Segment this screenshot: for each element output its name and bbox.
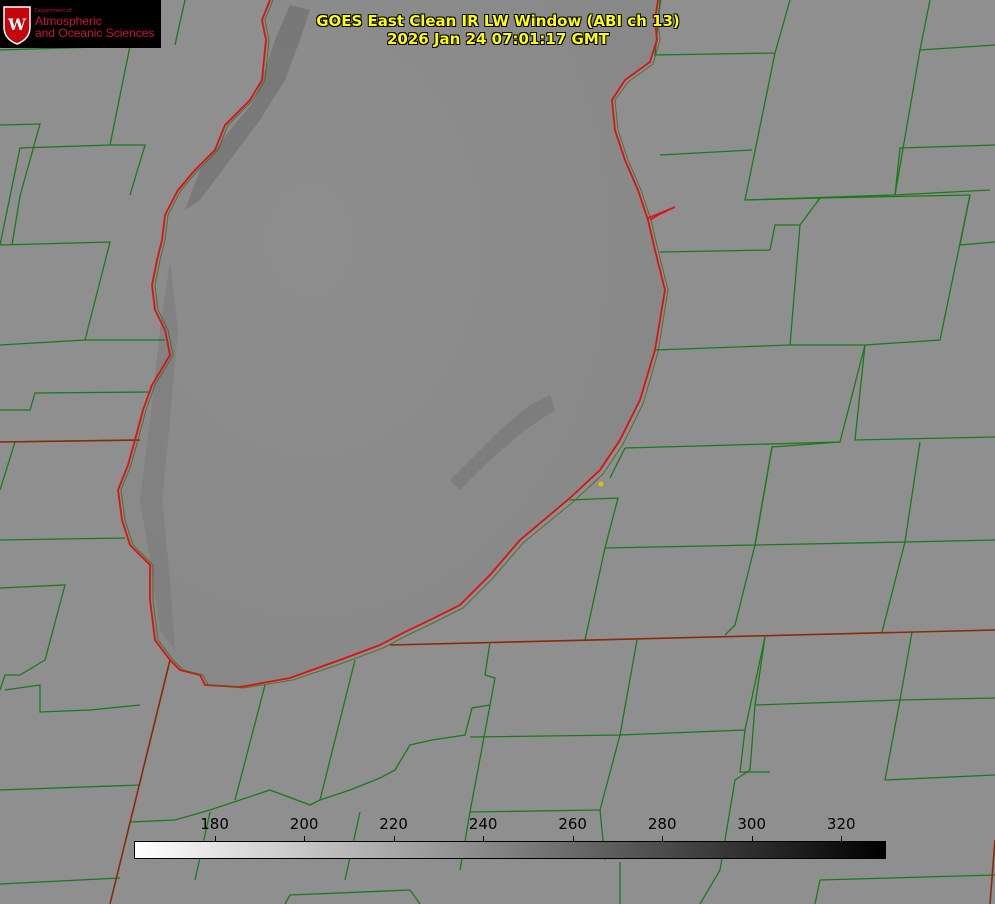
colorbar-tick-label: 300 — [737, 815, 767, 833]
colorbar-tick-mark — [483, 836, 485, 842]
station-marker — [598, 481, 604, 487]
satellite-map — [0, 0, 995, 904]
uw-crest-icon: W — [3, 6, 31, 45]
colorbar-tick-label: 240 — [468, 815, 498, 833]
uw-aos-logo: W Department of Atmospheric and Oceanic … — [0, 0, 161, 48]
image-title: GOES East Clean IR LW Window (ABI ch 13) — [316, 12, 680, 30]
colorbar-tick-mark — [572, 836, 574, 842]
colorbar-tick-label: 200 — [289, 815, 319, 833]
colorbar-tick-label: 260 — [558, 815, 587, 833]
colorbar-tick-label: 320 — [826, 815, 856, 833]
colorbar-tick-mark — [393, 836, 395, 842]
colorbar-tick-mark — [841, 836, 843, 842]
svg-text:W: W — [7, 15, 27, 34]
colorbar-tick-mark — [214, 836, 216, 842]
colorbar-tick-label: 220 — [379, 815, 408, 833]
image-timestamp: 2026 Jan 24 07:01:17 GMT — [387, 30, 609, 48]
colorbar-tick-mark — [662, 836, 664, 842]
logo-name-line2: and Oceanic Sciences — [35, 26, 155, 40]
temperature-colorbar — [134, 841, 886, 859]
colorbar-tick-label: 180 — [200, 815, 229, 833]
colorbar-tick-mark — [304, 836, 306, 842]
colorbar-tick-mark — [751, 836, 753, 842]
colorbar-tick-label: 280 — [647, 815, 677, 833]
